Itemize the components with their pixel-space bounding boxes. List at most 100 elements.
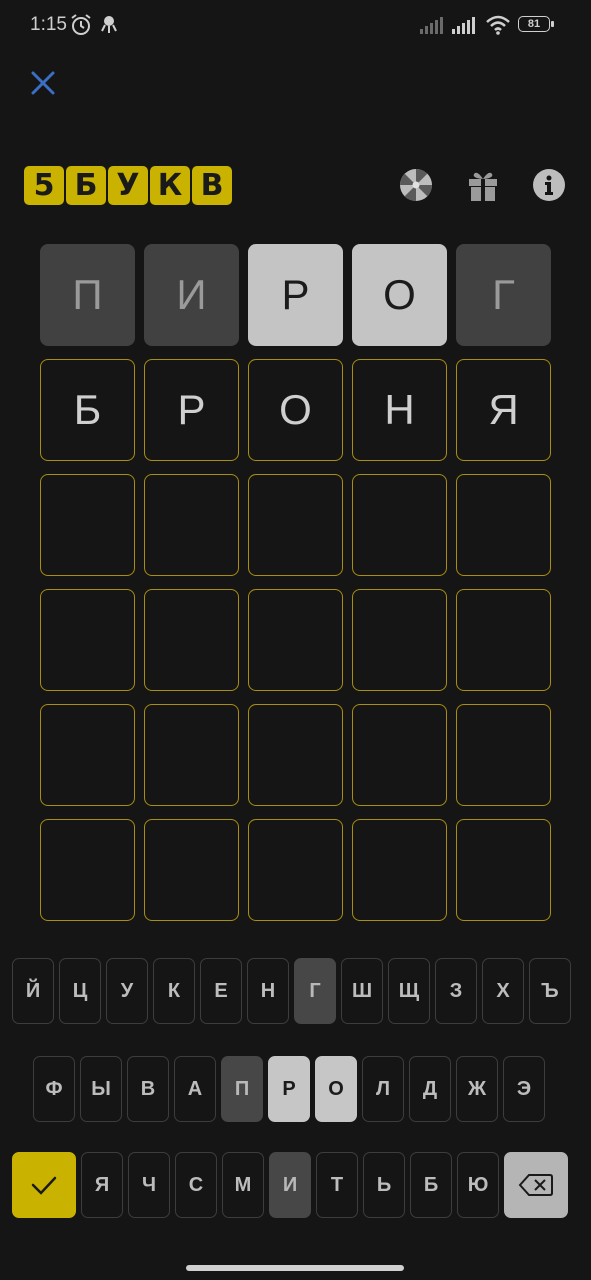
letter-tile: О (352, 244, 447, 346)
letter-tile (144, 704, 239, 806)
backspace-icon (518, 1174, 553, 1196)
letter-tile: Н (352, 359, 447, 461)
wifi-icon (486, 15, 510, 35)
info-icon (533, 169, 565, 201)
letter-tile (352, 819, 447, 921)
key[interactable]: И (269, 1152, 311, 1218)
logo-letter: Б (66, 166, 106, 205)
key[interactable]: Ш (341, 958, 383, 1024)
board-row: Б Р О Н Я (40, 359, 551, 461)
letter-tile: О (248, 359, 343, 461)
letter-tile (40, 474, 135, 576)
logo-letter: В (192, 166, 232, 205)
gift-icon (469, 172, 497, 201)
board-row (40, 704, 551, 806)
letter-tile (40, 819, 135, 921)
letter-tile (248, 819, 343, 921)
keyboard-row: ФЫВАПРОЛДЖЭ (33, 1056, 545, 1122)
letter-tile (456, 704, 551, 806)
wheel-button[interactable] (399, 168, 433, 202)
keyboard-row: ЙЦУКЕНГШЩЗХЪ (12, 958, 571, 1024)
key[interactable]: Ы (80, 1056, 122, 1122)
letter-tile: Р (248, 244, 343, 346)
letter-tile (40, 589, 135, 691)
game-board: П И Р О Г Б Р О Н Я (40, 244, 551, 934)
app-logo: 5 Б У К В (24, 166, 232, 205)
wheel-icon (400, 169, 432, 201)
key[interactable]: Г (294, 958, 336, 1024)
letter-tile: Б (40, 359, 135, 461)
letter-tile: П (40, 244, 135, 346)
letter-tile (144, 819, 239, 921)
key[interactable]: Й (12, 958, 54, 1024)
letter-tile (248, 474, 343, 576)
close-icon (31, 71, 55, 95)
board-row (40, 474, 551, 576)
key[interactable]: П (221, 1056, 263, 1122)
enter-key[interactable] (12, 1152, 76, 1218)
key[interactable]: Ь (363, 1152, 405, 1218)
alarm-icon (71, 14, 91, 35)
logo-letter: К (150, 166, 190, 205)
key[interactable]: Ъ (529, 958, 571, 1024)
notification-icon (101, 16, 117, 33)
close-button[interactable] (26, 66, 60, 100)
key[interactable]: Ф (33, 1056, 75, 1122)
status-time: 1:15 (30, 14, 67, 35)
key[interactable]: Т (316, 1152, 358, 1218)
key[interactable]: С (175, 1152, 217, 1218)
key[interactable]: Е (200, 958, 242, 1024)
letter-tile (248, 704, 343, 806)
letter-tile: И (144, 244, 239, 346)
key[interactable]: У (106, 958, 148, 1024)
board-row (40, 589, 551, 691)
status-bar: 1:15 81 (0, 0, 591, 52)
letter-tile (248, 589, 343, 691)
board-row (40, 819, 551, 921)
key[interactable]: Ю (457, 1152, 499, 1218)
key[interactable]: Д (409, 1056, 451, 1122)
letter-tile (144, 474, 239, 576)
battery-level: 81 (527, 18, 541, 30)
backspace-key[interactable] (504, 1152, 568, 1218)
letter-tile (456, 589, 551, 691)
checkmark-icon (31, 1176, 57, 1195)
key[interactable]: Л (362, 1056, 404, 1122)
key[interactable]: М (222, 1152, 264, 1218)
key[interactable]: А (174, 1056, 216, 1122)
letter-tile: Р (144, 359, 239, 461)
key[interactable]: Я (81, 1152, 123, 1218)
letter-tile (40, 704, 135, 806)
key[interactable]: Щ (388, 958, 430, 1024)
logo-letter: 5 (24, 166, 64, 205)
key[interactable]: З (435, 958, 477, 1024)
letter-tile (352, 704, 447, 806)
logo-letter: У (108, 166, 148, 205)
key[interactable]: Э (503, 1056, 545, 1122)
home-indicator[interactable] (186, 1265, 404, 1271)
key[interactable]: В (127, 1056, 169, 1122)
key[interactable]: Ц (59, 958, 101, 1024)
key[interactable]: К (153, 958, 195, 1024)
info-button[interactable] (532, 168, 566, 202)
signal-icon (452, 17, 475, 34)
letter-tile (352, 589, 447, 691)
gift-button[interactable] (466, 168, 500, 202)
keyboard-row: ЯЧСМИТЬБЮ (12, 1152, 568, 1218)
key[interactable]: Ч (128, 1152, 170, 1218)
key[interactable]: О (315, 1056, 357, 1122)
battery-icon: 81 (518, 16, 554, 34)
key[interactable]: Б (410, 1152, 452, 1218)
letter-tile: Я (456, 359, 551, 461)
key[interactable]: Х (482, 958, 524, 1024)
signal-icon (420, 17, 443, 34)
letter-tile: Г (456, 244, 551, 346)
letter-tile (144, 589, 239, 691)
letter-tile (456, 819, 551, 921)
letter-tile (456, 474, 551, 576)
letter-tile (352, 474, 447, 576)
key[interactable]: Ж (456, 1056, 498, 1122)
key[interactable]: Р (268, 1056, 310, 1122)
board-row: П И Р О Г (40, 244, 551, 346)
key[interactable]: Н (247, 958, 289, 1024)
